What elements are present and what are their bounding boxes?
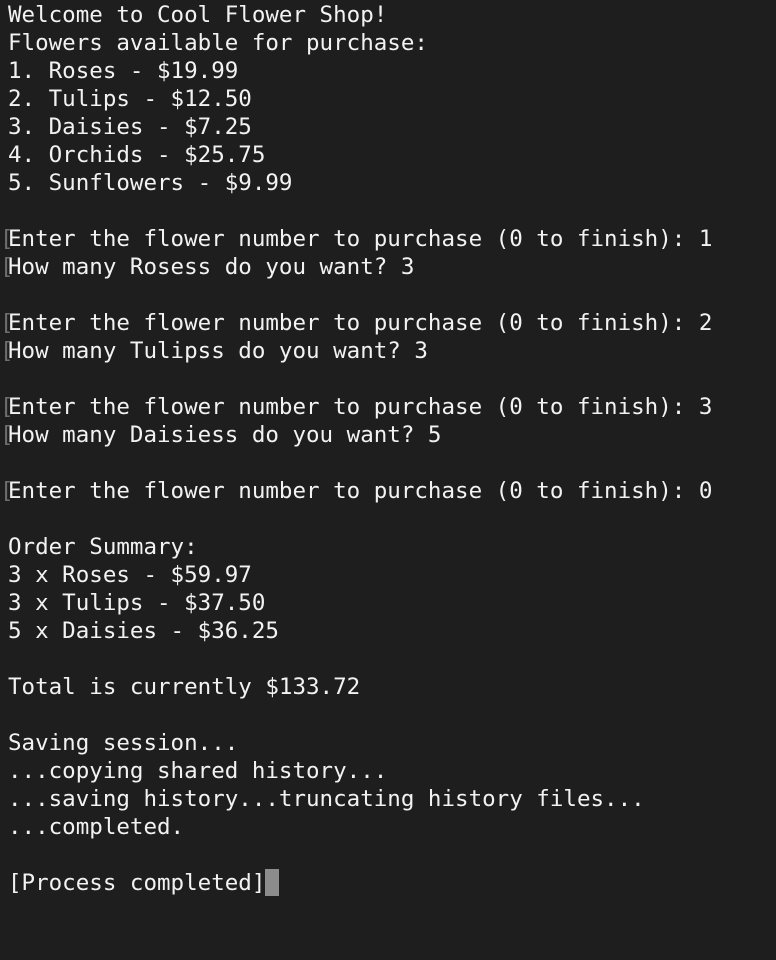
prompt-mark: [ (0, 338, 14, 364)
terminal-line-text: How many Tulipss do you want? 3 (8, 338, 428, 364)
terminal-line: Flowers available for purchase: (8, 28, 768, 56)
terminal-line-text: Saving session... (8, 730, 239, 756)
terminal-line: Saving session... (8, 728, 768, 756)
terminal-line-text: 4. Orchids - $25.75 (8, 142, 266, 168)
terminal-output: Welcome to Cool Flower Shop! Flowers avai… (0, 0, 768, 896)
terminal-line: [Enter the flower number to purchase (0 … (0, 308, 768, 336)
terminal-line-text: Enter the flower number to purchase (0 t… (8, 310, 713, 336)
terminal-line-text: 3 x Roses - $59.97 (8, 562, 252, 588)
terminal-line: Order Summary: (8, 532, 768, 560)
terminal-line: 3 x Roses - $59.97 (8, 560, 768, 588)
terminal-line: [How many Tulipss do you want? 3 (0, 336, 768, 364)
prompt-mark: [ (0, 422, 14, 448)
terminal-line: Total is currently $133.72 (8, 672, 768, 700)
terminal-line-text: 2. Tulips - $12.50 (8, 86, 252, 112)
terminal-line: [Enter the flower number to purchase (0 … (0, 392, 768, 420)
terminal-line-text: 5 x Daisies - $36.25 (8, 618, 279, 644)
terminal-line-text: ...saving history...truncating history f… (8, 786, 645, 812)
terminal-line: [How many Daisiess do you want? 5 (0, 420, 768, 448)
text-cursor (265, 869, 280, 896)
terminal-line-text: 1. Roses - $19.99 (8, 58, 239, 84)
terminal-line: 5. Sunflowers - $9.99 (8, 168, 768, 196)
terminal-line: ...completed. (8, 812, 768, 840)
terminal-line: [Enter the flower number to purchase (0 … (0, 224, 768, 252)
terminal-line-text: Flowers available for purchase: (8, 30, 428, 56)
terminal-line-text: Welcome to Cool Flower Shop! (8, 2, 388, 28)
terminal-line-text: ...completed. (8, 814, 185, 840)
terminal-line: [Enter the flower number to purchase (0 … (0, 476, 768, 504)
terminal-line: 4. Orchids - $25.75 (8, 140, 768, 168)
terminal-line: [How many Rosess do you want? 3 (0, 252, 768, 280)
terminal-line-text: ...copying shared history... (8, 758, 388, 784)
prompt-mark: [ (0, 394, 14, 420)
terminal-line: [Process completed] (8, 868, 768, 896)
terminal-line-text: How many Daisiess do you want? 5 (8, 422, 442, 448)
terminal-line-text: Enter the flower number to purchase (0 t… (8, 478, 713, 504)
terminal-line-text: [Process completed] (8, 870, 266, 896)
terminal-line: 3 x Tulips - $37.50 (8, 588, 768, 616)
prompt-mark: [ (0, 478, 14, 504)
terminal-line: Welcome to Cool Flower Shop! (8, 0, 768, 28)
prompt-mark: [ (0, 226, 14, 252)
terminal-line: ...saving history...truncating history f… (8, 784, 768, 812)
terminal-line-text: Total is currently $133.72 (8, 674, 361, 700)
terminal-line-text: Order Summary: (8, 534, 198, 560)
terminal-line-text: Enter the flower number to purchase (0 t… (8, 226, 713, 252)
terminal-line: ...copying shared history... (8, 756, 768, 784)
prompt-mark: [ (0, 310, 14, 336)
terminal-line-text: 5. Sunflowers - $9.99 (8, 170, 293, 196)
terminal-line-text: 3 x Tulips - $37.50 (8, 590, 266, 616)
prompt-mark: [ (0, 254, 14, 280)
terminal-line-text: Enter the flower number to purchase (0 t… (8, 394, 713, 420)
terminal-window[interactable]: Welcome to Cool Flower Shop! Flowers avai… (0, 0, 776, 960)
terminal-line: 3. Daisies - $7.25 (8, 112, 768, 140)
terminal-line-text: 3. Daisies - $7.25 (8, 114, 252, 140)
terminal-line-text: How many Rosess do you want? 3 (8, 254, 415, 280)
terminal-line: 2. Tulips - $12.50 (8, 84, 768, 112)
terminal-line: 1. Roses - $19.99 (8, 56, 768, 84)
terminal-line: 5 x Daisies - $36.25 (8, 616, 768, 644)
